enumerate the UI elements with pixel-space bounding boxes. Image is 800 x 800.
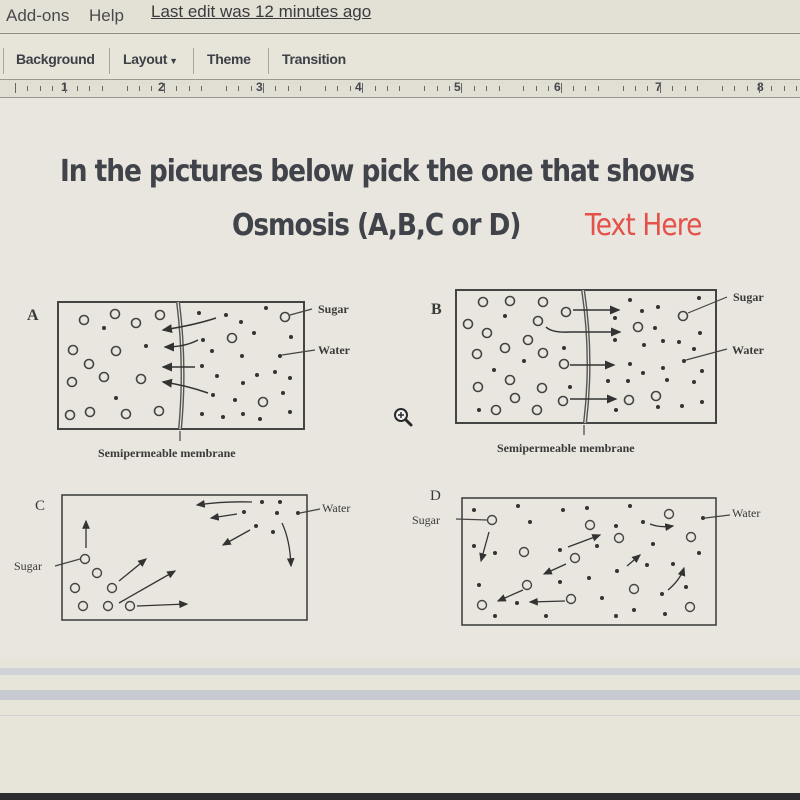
- diagram-c-letter: C: [35, 498, 45, 514]
- diagram-a-sugar-molecules: [64, 308, 291, 421]
- diagram-c-container: [61, 494, 308, 621]
- diagram-d-water-label: Water: [732, 506, 760, 520]
- diagram-c-water-label: Water: [322, 501, 350, 515]
- diagram-b-membrane-label: Semipermeable membrane: [497, 441, 635, 455]
- diagram-b-water-pointer: [685, 348, 728, 361]
- diagram-d-letter: D: [430, 488, 441, 504]
- screen-bezel: [0, 793, 800, 800]
- diagram-a-letter: A: [27, 307, 39, 324]
- diagram-c-sugar-pointer: [54, 558, 81, 567]
- diagram-b-water-label: Water: [732, 343, 765, 357]
- diagram-b-arrows: [545, 305, 622, 404]
- speaker-notes-border: [0, 715, 800, 716]
- diagram-d[interactable]: D Sugar Water: [412, 488, 760, 626]
- zoom-in-icon: [392, 406, 414, 433]
- diagram-b-sugar-pointer: [687, 296, 728, 314]
- diagram-c-water-molecules: [242, 500, 300, 534]
- diagram-a-water-label: Water: [318, 343, 351, 357]
- diagram-a-sugar-pointer: [289, 308, 313, 316]
- diagram-d-container: [461, 497, 717, 626]
- filmstrip-divider: [0, 668, 800, 675]
- osmosis-diagrams: A Sugar Water Semipermeable membrane B S…: [14, 289, 765, 626]
- diagram-c-sugar-label: Sugar: [14, 559, 42, 573]
- diagram-c-arrows: [82, 500, 295, 609]
- diagram-a-membrane-label: Semipermeable membrane: [98, 446, 236, 460]
- diagram-d-water-pointer: [704, 514, 731, 519]
- diagram-a-arrows: [161, 317, 217, 394]
- diagram-a[interactable]: A Sugar Water Semipermeable membrane: [27, 301, 351, 460]
- diagram-b[interactable]: B Sugar Water Semipermeable membrane: [431, 289, 765, 455]
- diagram-c-sugar-molecules: [69, 553, 136, 612]
- diagram-a-water-pointer: [281, 349, 316, 356]
- speaker-notes-divider[interactable]: [0, 690, 800, 700]
- diagram-c-water-pointer: [299, 508, 321, 514]
- diagram-d-arrows: [479, 523, 686, 606]
- diagram-b-letter: B: [431, 301, 442, 318]
- diagram-b-sugar-molecules: [462, 295, 689, 416]
- diagram-a-sugar-label: Sugar: [318, 302, 349, 316]
- diagram-d-sugar-label: Sugar: [412, 513, 440, 527]
- diagram-d-sugar-pointer: [455, 518, 488, 521]
- diagram-c[interactable]: C Water Sugar: [14, 494, 350, 621]
- diagram-b-sugar-label: Sugar: [733, 290, 764, 304]
